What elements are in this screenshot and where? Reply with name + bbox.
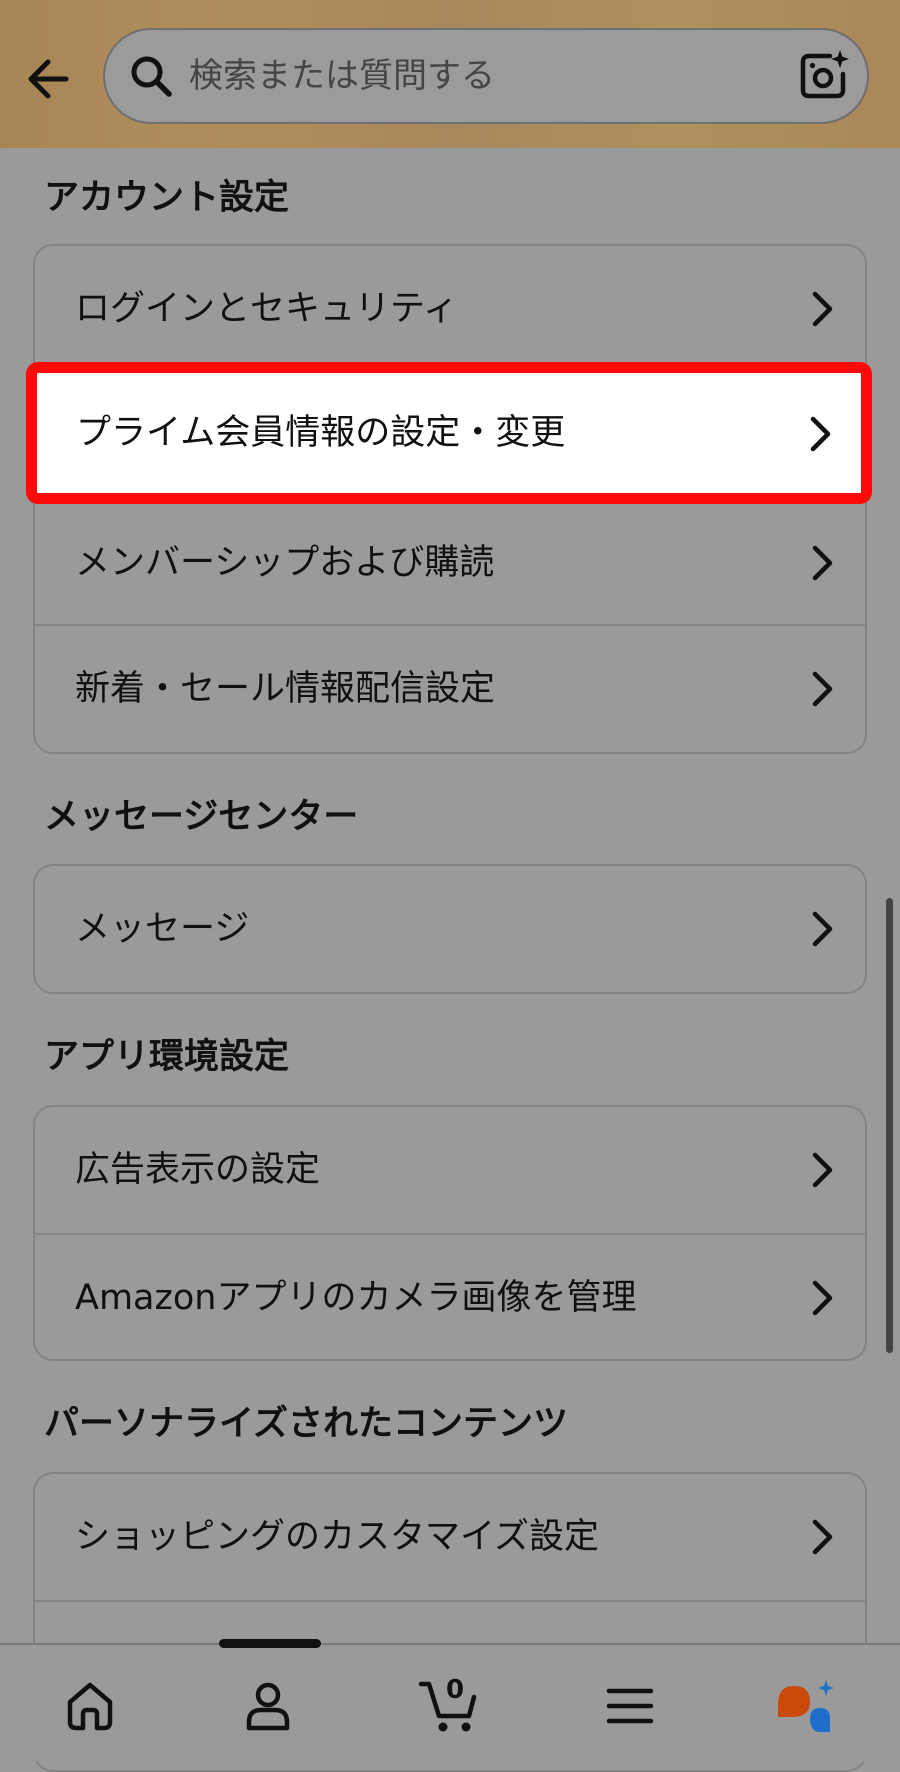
section-title-personalized-content: パーソナライズされたコンテンツ bbox=[44, 1404, 568, 1444]
menu-icon[interactable] bbox=[602, 1678, 658, 1734]
chevron-right-icon bbox=[812, 545, 833, 581]
chevron-right-icon bbox=[812, 1519, 833, 1555]
chevron-right-icon bbox=[810, 416, 831, 452]
list-item-ad-settings[interactable]: 広告表示の設定 bbox=[35, 1107, 865, 1233]
chevron-right-icon bbox=[812, 291, 833, 327]
back-arrow-icon[interactable] bbox=[22, 50, 80, 108]
list-item-label: 新着・セール情報配信設定 bbox=[75, 669, 496, 709]
list-item-label: メンバーシップおよび購読 bbox=[75, 543, 495, 583]
list-item-label: ログインとセキュリティ bbox=[75, 289, 458, 329]
list-item-label: Amazonアプリのカメラ画像を管理 bbox=[75, 1278, 637, 1318]
scrollbar[interactable] bbox=[886, 898, 893, 1353]
list-item-camera-images[interactable]: Amazonアプリのカメラ画像を管理 bbox=[35, 1233, 865, 1359]
home-icon[interactable] bbox=[62, 1678, 118, 1734]
list-item-prime-settings[interactable]: プライム会員情報の設定・変更 bbox=[26, 362, 872, 504]
list-item-label: ショッピングのカスタマイズ設定 bbox=[75, 1517, 599, 1557]
section-title-account-settings: アカウント設定 bbox=[44, 178, 290, 218]
list-item-login-security[interactable]: ログインとセキュリティ bbox=[35, 246, 865, 372]
app-settings-card: 広告表示の設定 Amazonアプリのカメラ画像を管理 bbox=[33, 1105, 867, 1361]
cart-icon[interactable]: 0 bbox=[418, 1670, 484, 1736]
section-title-message-center: メッセージセンター bbox=[44, 797, 359, 837]
cart-count: 0 bbox=[446, 1675, 464, 1705]
list-item-shopping-customization[interactable]: ショッピングのカスタマイズ設定 bbox=[35, 1474, 865, 1600]
ai-assistant-icon[interactable] bbox=[774, 1672, 840, 1738]
chevron-right-icon bbox=[812, 1280, 833, 1316]
chevron-right-icon bbox=[812, 671, 833, 707]
message-center-card: メッセージ bbox=[33, 864, 867, 994]
search-icon bbox=[131, 56, 172, 97]
drawer-handle[interactable] bbox=[219, 1639, 321, 1648]
search-bar[interactable] bbox=[103, 28, 869, 124]
chevron-right-icon bbox=[812, 1152, 833, 1188]
account-icon[interactable] bbox=[240, 1678, 296, 1734]
top-bar bbox=[0, 0, 900, 148]
list-item-membership-subscriptions[interactable]: メンバーシップおよび購読 bbox=[35, 498, 865, 624]
list-item-label: プライム会員情報の設定・変更 bbox=[76, 413, 566, 453]
camera-search-icon[interactable] bbox=[797, 48, 851, 102]
search-input[interactable] bbox=[189, 30, 729, 122]
list-item-messages[interactable]: メッセージ bbox=[35, 866, 865, 992]
list-item-sale-notifications[interactable]: 新着・セール情報配信設定 bbox=[35, 624, 865, 750]
list-item-label: メッセージ bbox=[75, 909, 250, 949]
section-title-app-settings: アプリ環境設定 bbox=[44, 1037, 290, 1077]
chevron-right-icon bbox=[812, 911, 833, 947]
list-item-label: 広告表示の設定 bbox=[75, 1150, 321, 1190]
